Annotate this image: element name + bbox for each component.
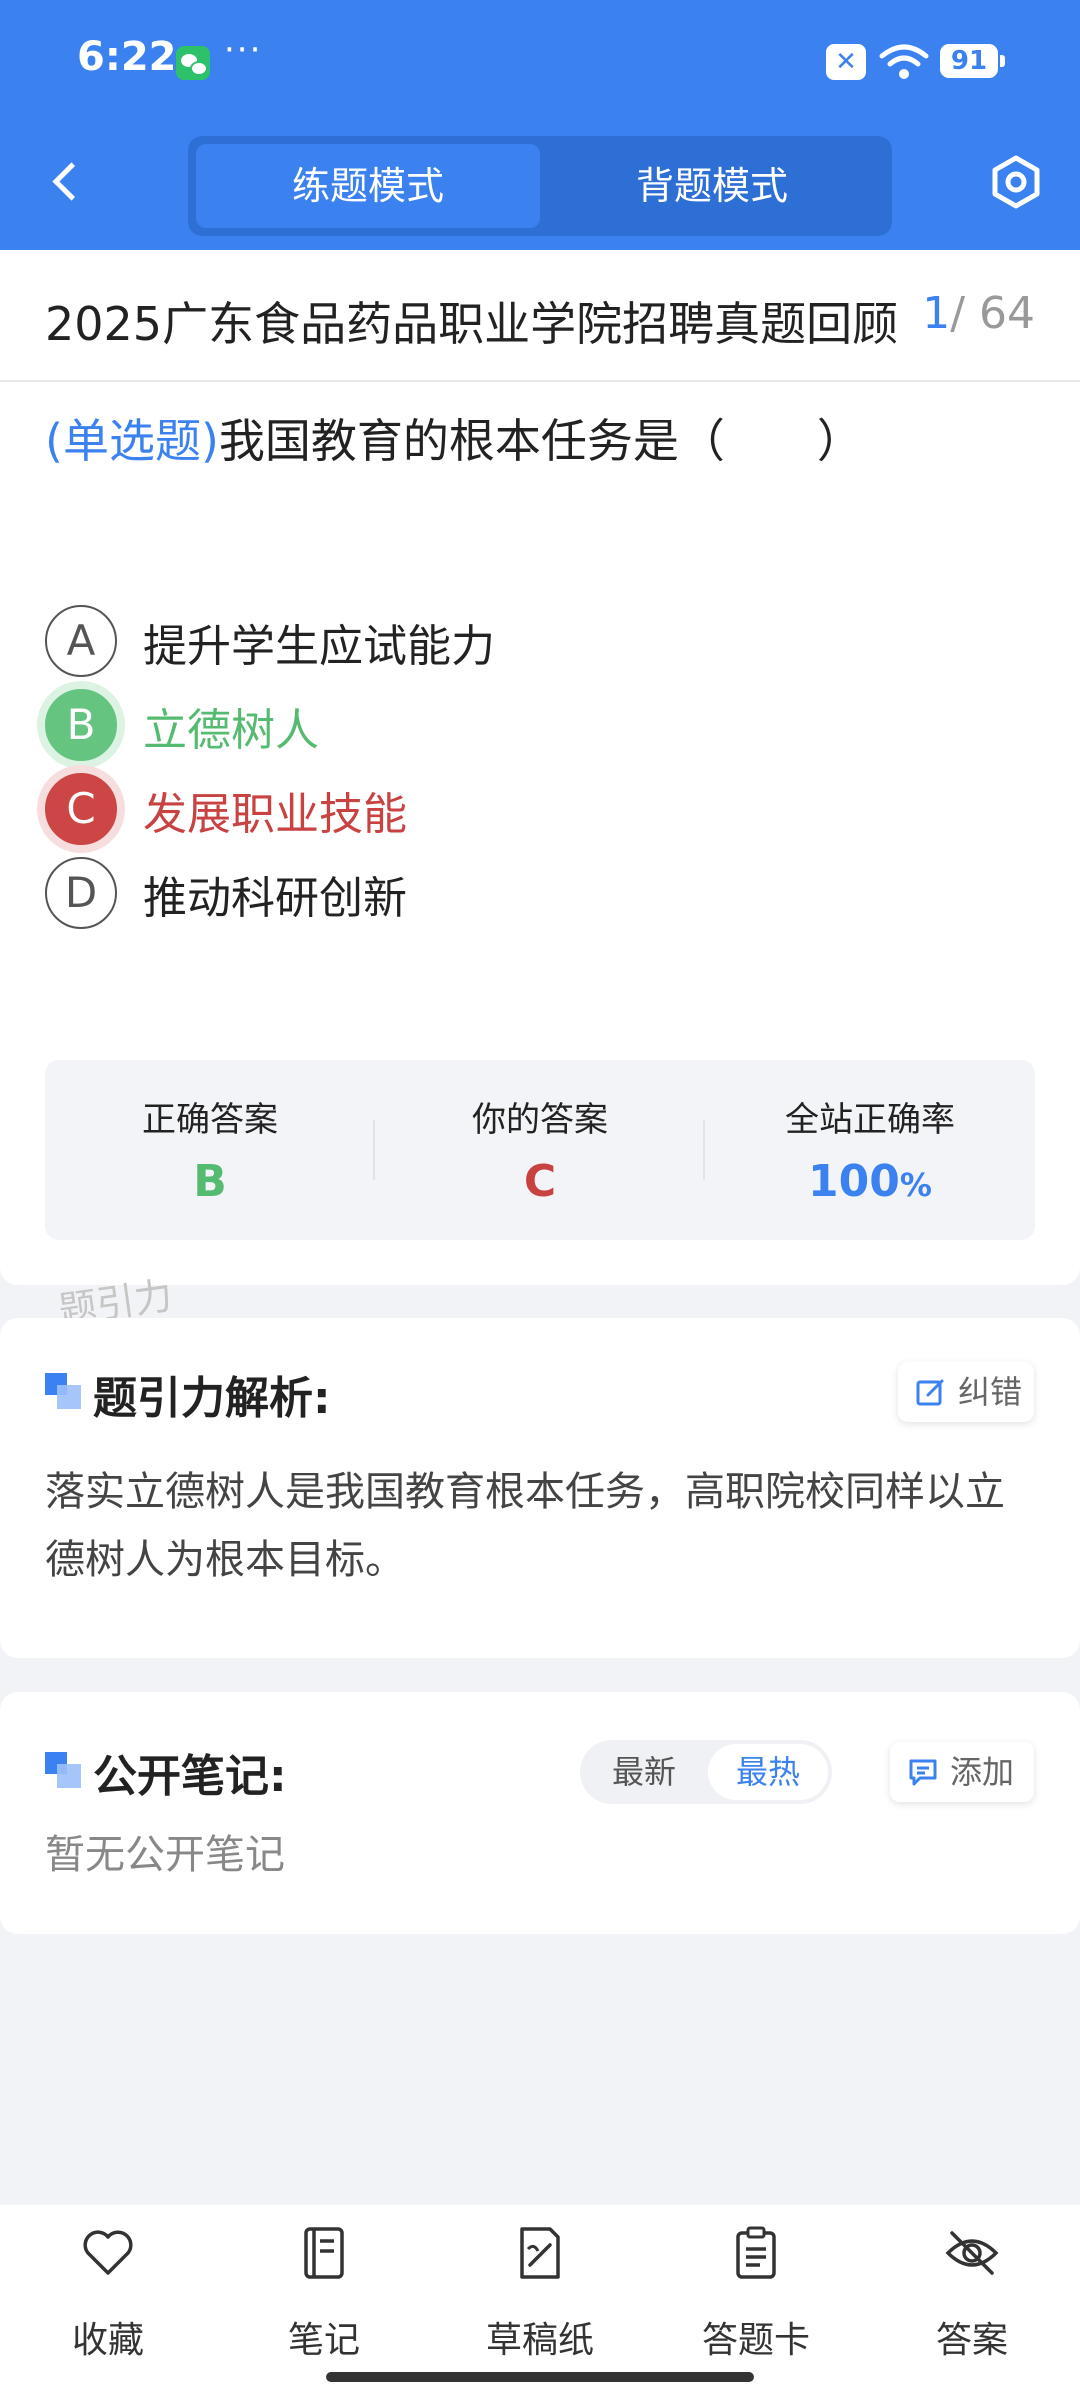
notes-title: 公开笔记:	[93, 1751, 287, 1802]
empty-notes-message: 暂无公开笔记	[45, 1832, 285, 1878]
analysis-text: 落实立德树人是我国教育根本任务，高职院校同样以立德树人为根本目标。	[45, 1469, 1005, 1583]
home-indicator[interactable]	[326, 2372, 754, 2382]
nav-notes[interactable]: 笔记	[216, 2225, 432, 2365]
accuracy-label: 全站正确率	[785, 1100, 955, 1140]
nav-label: 草稿纸	[485, 2320, 594, 2361]
back-icon[interactable]	[48, 160, 78, 200]
heart-icon	[83, 2230, 133, 2275]
accuracy-value: 100%	[705, 1156, 1035, 1207]
your-answer-value: C	[523, 1156, 557, 1207]
section-icon	[45, 1373, 81, 1409]
option-text: 发展职业技能	[143, 789, 407, 840]
notebook-icon	[304, 2227, 344, 2279]
answer-result-panel: 正确答案 B 你的答案 C 全站正确率 100%	[45, 1060, 1035, 1240]
option-a[interactable]: A 提升学生应试能力	[45, 600, 1035, 680]
question-type: (单选题)	[45, 414, 219, 468]
correct-answer-value: B	[193, 1156, 227, 1207]
tab-practice-mode[interactable]: 练题模式	[196, 144, 540, 228]
wifi-icon	[879, 44, 929, 79]
bottom-nav: 收藏 笔记 草稿纸 答题卡 答案	[0, 2205, 1080, 2400]
no-sim-icon: ✕	[826, 44, 866, 80]
nav-label: 答案	[935, 2320, 1008, 2361]
eye-off-icon	[945, 2231, 999, 2275]
question-text: 我国教育的根本任务是（ ）	[218, 414, 863, 468]
tab-recite-mode[interactable]: 背题模式	[540, 144, 884, 228]
analysis-title: 题引力解析:	[93, 1373, 331, 1424]
nav-scratch-paper[interactable]: 草稿纸	[432, 2225, 648, 2365]
option-c[interactable]: C 发展职业技能	[45, 768, 1035, 848]
comment-icon	[909, 1759, 937, 1786]
status-more-dots: ···	[224, 30, 263, 70]
battery-indicator: 91	[940, 44, 1005, 78]
status-time: 6:22	[77, 34, 177, 80]
section-icon	[45, 1752, 81, 1788]
divider	[0, 380, 1080, 382]
sort-newest-option[interactable]: 最新	[584, 1744, 704, 1800]
your-answer-column: 你的答案 C	[375, 1060, 705, 1240]
settings-icon[interactable]	[988, 154, 1044, 210]
nav-show-answer[interactable]: 答案	[864, 2225, 1080, 2365]
your-answer-label: 你的答案	[472, 1100, 608, 1140]
option-letter: D	[45, 857, 117, 929]
total-questions: / 64	[950, 288, 1035, 339]
nav-label: 答题卡	[701, 2320, 810, 2361]
option-text: 提升学生应试能力	[143, 621, 495, 672]
option-text: 立德树人	[143, 705, 319, 756]
accuracy-unit: %	[899, 1166, 932, 1204]
correct-answer-label: 正确答案	[142, 1100, 278, 1140]
report-error-label: 纠错	[958, 1373, 1023, 1411]
mode-switch: 练题模式 背题模式	[188, 136, 892, 236]
scratch-paper-icon	[520, 2227, 560, 2279]
question-card: 2025广东食品药品职业学院招聘真题回顾 1/ 64 (单选题)我国教育的根本任…	[0, 250, 1080, 1285]
nav-label: 收藏	[71, 2320, 144, 2361]
paper-title: 2025广东食品药品职业学院招聘真题回顾	[45, 297, 899, 351]
option-b[interactable]: B 立德树人	[45, 684, 1035, 764]
wechat-icon	[176, 46, 210, 80]
accuracy-column: 全站正确率 100%	[705, 1060, 1035, 1240]
report-error-button[interactable]: 纠错	[898, 1362, 1034, 1422]
sort-hottest-option[interactable]: 最热	[708, 1744, 828, 1800]
nav-label: 笔记	[287, 2320, 360, 2361]
option-d[interactable]: D 推动科研创新	[45, 852, 1035, 932]
public-notes-card: 公开笔记: 最新 最热 添加 暂无公开笔记	[0, 1692, 1080, 1934]
option-text: 推动科研创新	[143, 873, 407, 924]
notes-sort-toggle: 最新 最热	[580, 1740, 832, 1804]
accuracy-number: 100	[808, 1156, 900, 1207]
add-note-label: 添加	[950, 1753, 1015, 1791]
edit-icon	[916, 1379, 944, 1406]
question-counter[interactable]: 1/ 64	[922, 288, 1035, 339]
top-bar: 6:22 ··· ✕ 91 练题模式 背题模式	[0, 0, 1080, 250]
add-note-button[interactable]: 添加	[890, 1742, 1034, 1802]
option-letter: C	[45, 773, 117, 845]
option-letter: A	[45, 605, 117, 677]
analysis-card: 题引力解析: 纠错 落实立德树人是我国教育根本任务，高职院校同样以立德树人为根本…	[0, 1318, 1080, 1658]
nav-answer-card[interactable]: 答题卡	[648, 2225, 864, 2365]
option-letter: B	[45, 689, 117, 761]
nav-favorite[interactable]: 收藏	[0, 2225, 216, 2365]
correct-answer-column: 正确答案 B	[45, 1060, 375, 1240]
current-question-number: 1	[922, 288, 951, 339]
question-stem: (单选题)我国教育的根本任务是（ ）	[45, 405, 863, 471]
clipboard-icon	[736, 2226, 776, 2279]
